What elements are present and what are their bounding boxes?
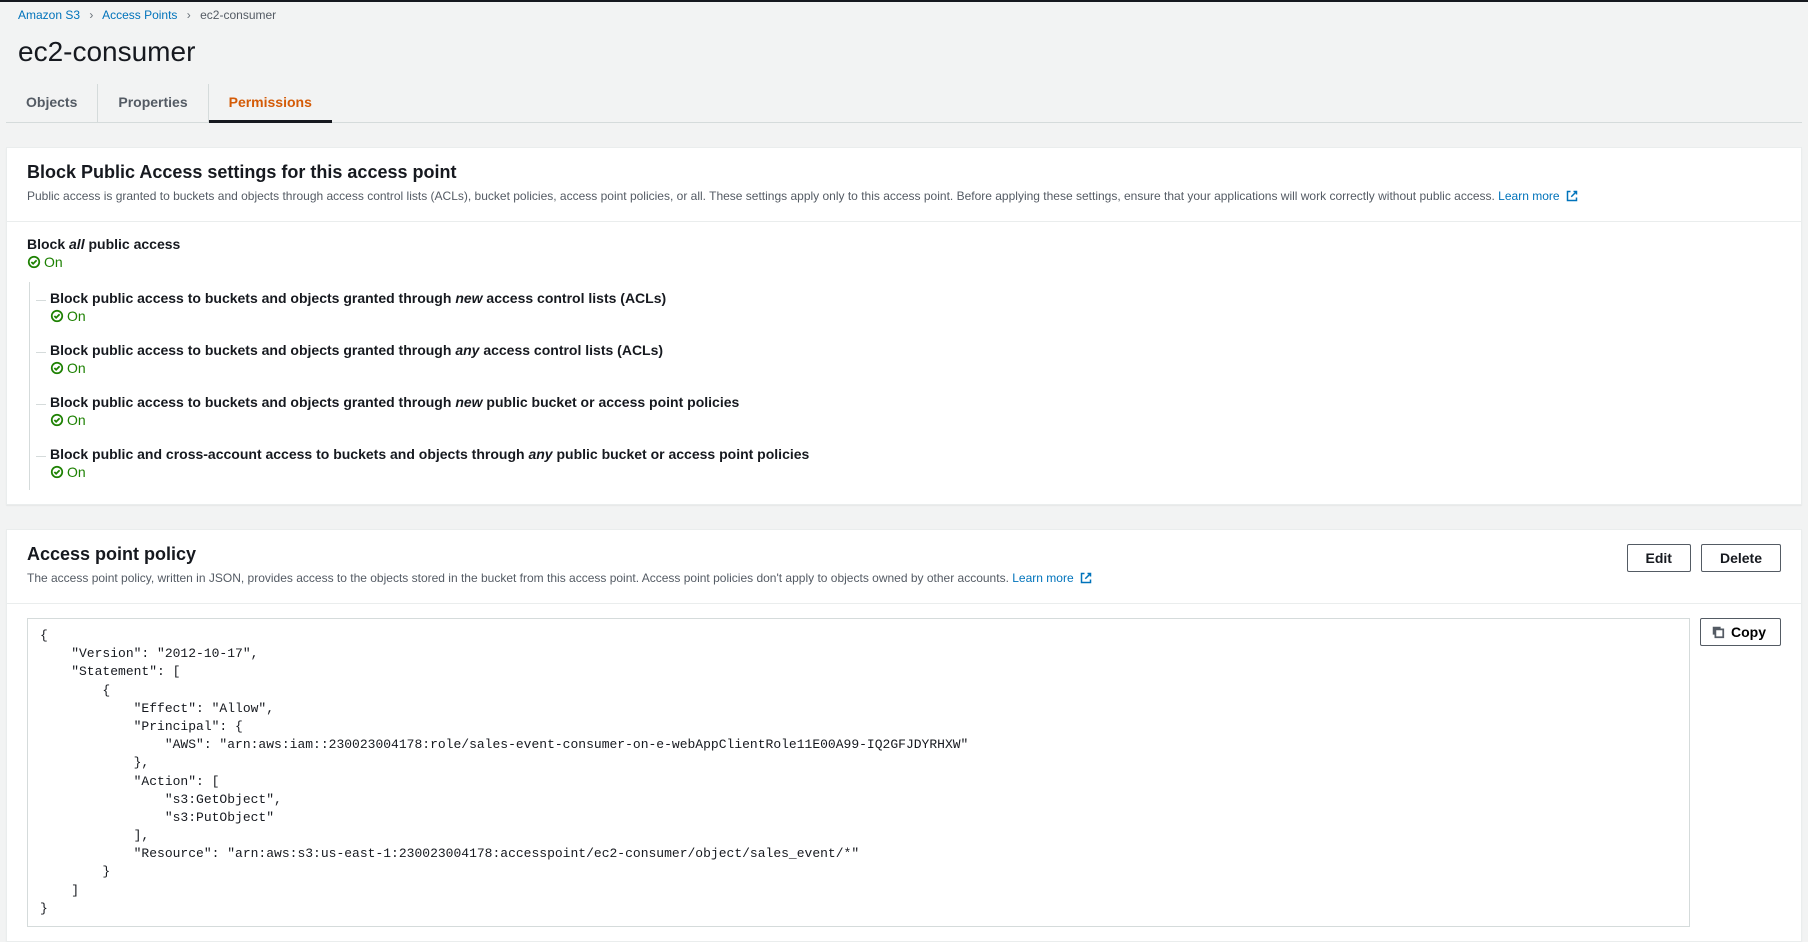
bpa-item: Block public access to buckets and objec…: [36, 334, 1781, 386]
tab-permissions[interactable]: Permissions: [209, 84, 332, 123]
check-circle-icon: [50, 309, 64, 323]
status-badge: On: [50, 412, 86, 428]
status-badge: On: [27, 254, 63, 270]
bpa-root-setting: Block all public access On: [27, 236, 1781, 272]
learn-more-link[interactable]: Learn more: [1498, 189, 1578, 203]
status-badge: On: [50, 464, 86, 480]
panel-body: Block all public access On Block public …: [7, 222, 1801, 504]
page-title: ec2-consumer: [18, 36, 1790, 68]
bpa-item: Block public access to buckets and objec…: [36, 386, 1781, 438]
panel-header: Access point policy The access point pol…: [7, 530, 1801, 604]
access-point-policy-panel: Access point policy The access point pol…: [6, 529, 1802, 942]
panel-heading: Access point policy: [27, 544, 1092, 565]
status-badge: On: [50, 308, 86, 324]
chevron-right-icon: ›: [187, 8, 191, 22]
bpa-item-title: Block public access to buckets and objec…: [50, 290, 666, 306]
check-circle-icon: [50, 413, 64, 427]
breadcrumb-link-amazon-s3[interactable]: Amazon S3: [18, 8, 80, 22]
check-circle-icon: [50, 361, 64, 375]
bpa-item-title: Block public and cross-account access to…: [50, 446, 809, 462]
breadcrumb-current: ec2-consumer: [200, 8, 276, 22]
bpa-tree: Block public access to buckets and objec…: [29, 282, 1781, 490]
panel-header: Block Public Access settings for this ac…: [7, 148, 1801, 222]
breadcrumb: Amazon S3 › Access Points › ec2-consumer: [0, 2, 1808, 28]
edit-button[interactable]: Edit: [1627, 544, 1691, 572]
check-circle-icon: [27, 255, 41, 269]
copy-icon: [1711, 625, 1725, 639]
panel-heading: Block Public Access settings for this ac…: [27, 162, 1578, 183]
learn-more-link[interactable]: Learn more: [1012, 571, 1092, 585]
copy-button[interactable]: Copy: [1700, 618, 1781, 646]
tab-properties[interactable]: Properties: [98, 84, 208, 122]
panel-description: The access point policy, written in JSON…: [27, 569, 1092, 589]
panel-header-text: Access point policy The access point pol…: [27, 544, 1092, 589]
panel-body: { "Version": "2012-10-17", "Statement": …: [7, 604, 1801, 941]
panel-actions: Edit Delete: [1627, 544, 1781, 572]
bpa-item: Block public access to buckets and objec…: [36, 282, 1781, 334]
bpa-item: Block public and cross-account access to…: [36, 438, 1781, 490]
breadcrumb-link-access-points[interactable]: Access Points: [102, 8, 177, 22]
panel-description: Public access is granted to buckets and …: [27, 187, 1578, 207]
bpa-item-title: Block public access to buckets and objec…: [50, 394, 739, 410]
policy-wrap: { "Version": "2012-10-17", "Statement": …: [27, 618, 1781, 927]
status-badge: On: [50, 360, 86, 376]
bpa-root-title: Block all public access: [27, 236, 180, 252]
panel-header-text: Block Public Access settings for this ac…: [27, 162, 1578, 207]
check-circle-icon: [50, 465, 64, 479]
external-link-icon: [1080, 571, 1092, 589]
delete-button[interactable]: Delete: [1701, 544, 1781, 572]
tab-objects[interactable]: Objects: [6, 84, 98, 122]
bpa-item-title: Block public access to buckets and objec…: [50, 342, 663, 358]
tab-bar: Objects Properties Permissions: [6, 84, 1802, 123]
block-public-access-panel: Block Public Access settings for this ac…: [6, 147, 1802, 505]
chevron-right-icon: ›: [89, 8, 93, 22]
external-link-icon: [1566, 189, 1578, 207]
policy-json-code[interactable]: { "Version": "2012-10-17", "Statement": …: [27, 618, 1690, 927]
